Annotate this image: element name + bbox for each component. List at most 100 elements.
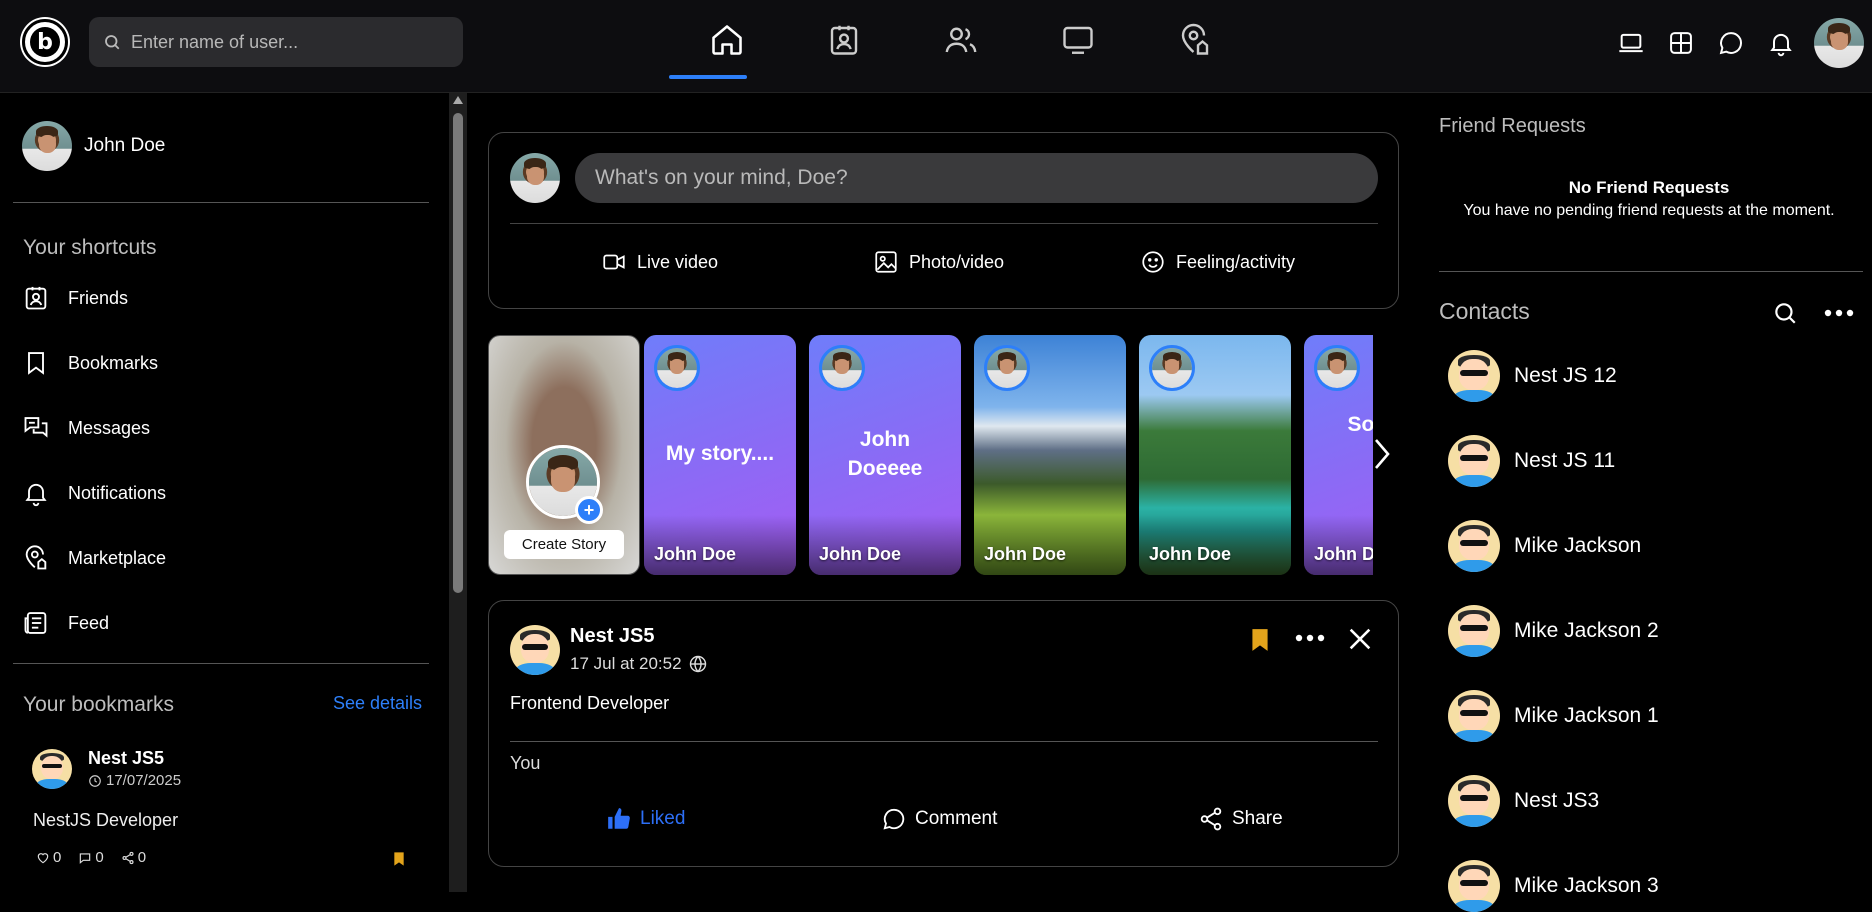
search-icon[interactable] — [1772, 300, 1798, 326]
empty-friend-requests: No Friend Requests You have no pending f… — [1463, 178, 1835, 219]
feeling-activity-button[interactable]: Feeling/activity — [1140, 249, 1295, 275]
nav-groups[interactable] — [902, 0, 1019, 79]
contact-item[interactable]: Nest JS 12 — [1448, 350, 1617, 402]
close-icon[interactable] — [1346, 625, 1374, 653]
clock-icon — [88, 774, 102, 788]
story-owner: John Doe — [819, 544, 902, 564]
main-nav — [668, 0, 1253, 93]
post-author[interactable]: Nest JS5 — [570, 625, 655, 648]
profile-avatar[interactable] — [1814, 17, 1864, 68]
laptop-button[interactable] — [1606, 18, 1656, 68]
shortcut-bookmarks[interactable]: Bookmarks — [22, 343, 158, 383]
thumbs-up-icon — [606, 806, 632, 832]
bookmark-author: Nest JS5 — [88, 748, 165, 768]
search-input[interactable] — [131, 31, 431, 53]
more-options-icon[interactable] — [1294, 633, 1326, 643]
story-text: So Net Plat — [1347, 413, 1373, 436]
avatar — [510, 625, 560, 675]
sidebar-scrollbar[interactable] — [449, 93, 467, 892]
post-reactions[interactable]: You — [510, 753, 540, 774]
bookmark-flag-icon[interactable] — [391, 850, 407, 868]
marketplace-icon — [22, 544, 50, 572]
nav-home[interactable] — [668, 0, 785, 79]
divider — [13, 663, 429, 664]
see-details-link[interactable]: See details — [333, 693, 422, 714]
divider — [510, 223, 1378, 224]
shortcut-notifications[interactable]: Notifications — [22, 473, 166, 513]
watch-icon — [1060, 22, 1096, 58]
like-button[interactable]: Liked — [606, 806, 685, 832]
create-story-label: Create Story — [504, 530, 624, 559]
post-card: Nest JS5 17 Jul at 20:52 Frontend Develo… — [488, 600, 1399, 867]
globe-icon — [682, 654, 708, 674]
contact-item[interactable]: Nest JS3 — [1448, 775, 1599, 827]
profile-link[interactable]: John Doe — [22, 121, 165, 171]
whats-on-your-mind-input[interactable]: What's on your mind, Doe? — [575, 153, 1378, 203]
smiley-icon — [1140, 249, 1166, 275]
story-card[interactable]: John Doe — [1139, 335, 1291, 575]
avatar — [510, 153, 560, 203]
story-card[interactable]: John Doe — [974, 335, 1126, 575]
avatar — [1448, 605, 1500, 657]
grid-button[interactable] — [1656, 18, 1706, 68]
bookmark-toggle-icon[interactable] — [1247, 625, 1273, 655]
nav-watch[interactable] — [1019, 0, 1136, 79]
contact-name: Nest JS 11 — [1514, 449, 1616, 472]
avatar — [987, 348, 1027, 388]
avatar — [1448, 860, 1500, 912]
contact-name: Nest JS3 — [1514, 789, 1600, 812]
divider — [1439, 271, 1863, 272]
story-card[interactable]: My story.... John Doe — [644, 335, 796, 575]
avatar — [1448, 690, 1500, 742]
contacts-title: Contacts — [1439, 298, 1530, 324]
comment-icon — [78, 851, 92, 865]
more-options-icon[interactable] — [1823, 308, 1855, 318]
shortcut-label: Messages — [68, 417, 151, 438]
bookmark-item[interactable]: Nest JS5 17/07/2025 — [32, 748, 181, 789]
post-date: 17 Jul at 20:52 — [570, 654, 708, 674]
live-video-button[interactable]: Live video — [601, 249, 718, 275]
friend-requests-title: Friend Requests — [1439, 115, 1586, 137]
divider — [510, 741, 1378, 742]
story-card[interactable]: John Doeeee John Doe — [809, 335, 961, 575]
friends-icon — [22, 284, 50, 312]
shortcut-feed[interactable]: Feed — [22, 603, 109, 643]
contact-item[interactable]: Mike Jackson — [1448, 520, 1641, 572]
share-button[interactable]: Share — [1198, 806, 1283, 832]
shortcut-friends[interactable]: Friends — [22, 278, 128, 318]
story-owner: John Doe — [984, 544, 1067, 564]
stories-next-chevron-icon[interactable] — [1370, 436, 1394, 472]
shortcut-marketplace[interactable]: Marketplace — [22, 538, 166, 578]
left-sidebar: John Doe Your shortcuts Friends Bookmark… — [0, 93, 450, 892]
contact-name: Mike Jackson — [1514, 534, 1642, 557]
post-composer: What's on your mind, Doe? Live video Pho… — [488, 132, 1399, 309]
heart-icon — [36, 851, 50, 865]
contact-item[interactable]: Nest JS 11 — [1448, 435, 1615, 487]
shortcut-messages[interactable]: Messages — [22, 408, 150, 448]
contact-item[interactable]: Mike Jackson 1 — [1448, 690, 1659, 742]
share-icon — [1198, 806, 1224, 832]
contact-item[interactable]: Mike Jackson 2 — [1448, 605, 1659, 657]
messenger-button[interactable] — [1706, 18, 1756, 68]
search-icon — [103, 33, 121, 51]
story-card[interactable]: So Net Plat John Do — [1304, 335, 1373, 575]
create-story-card[interactable]: + Create Story — [488, 335, 640, 575]
logo-letter: b — [30, 27, 60, 57]
contact-item[interactable]: Mike Jackson 3 — [1448, 860, 1659, 912]
app-logo[interactable]: b — [22, 19, 68, 65]
nav-friends[interactable] — [785, 0, 902, 79]
notifications-button[interactable] — [1756, 18, 1806, 68]
comment-button[interactable]: Comment — [881, 806, 997, 832]
bell-icon — [22, 479, 50, 507]
contact-name: Mike Jackson 3 — [1514, 874, 1659, 897]
story-text: My story.... — [665, 442, 775, 465]
avatar — [32, 748, 72, 789]
bookmarks-title: Your bookmarks — [23, 693, 174, 716]
contact-name: Mike Jackson 1 — [1514, 704, 1659, 727]
share-icon — [121, 851, 135, 865]
nav-marketplace[interactable] — [1136, 0, 1253, 79]
avatar — [1152, 348, 1192, 388]
user-search[interactable] — [89, 17, 463, 67]
photo-video-button[interactable]: Photo/video — [873, 249, 1004, 275]
shortcut-label: Marketplace — [68, 547, 167, 568]
